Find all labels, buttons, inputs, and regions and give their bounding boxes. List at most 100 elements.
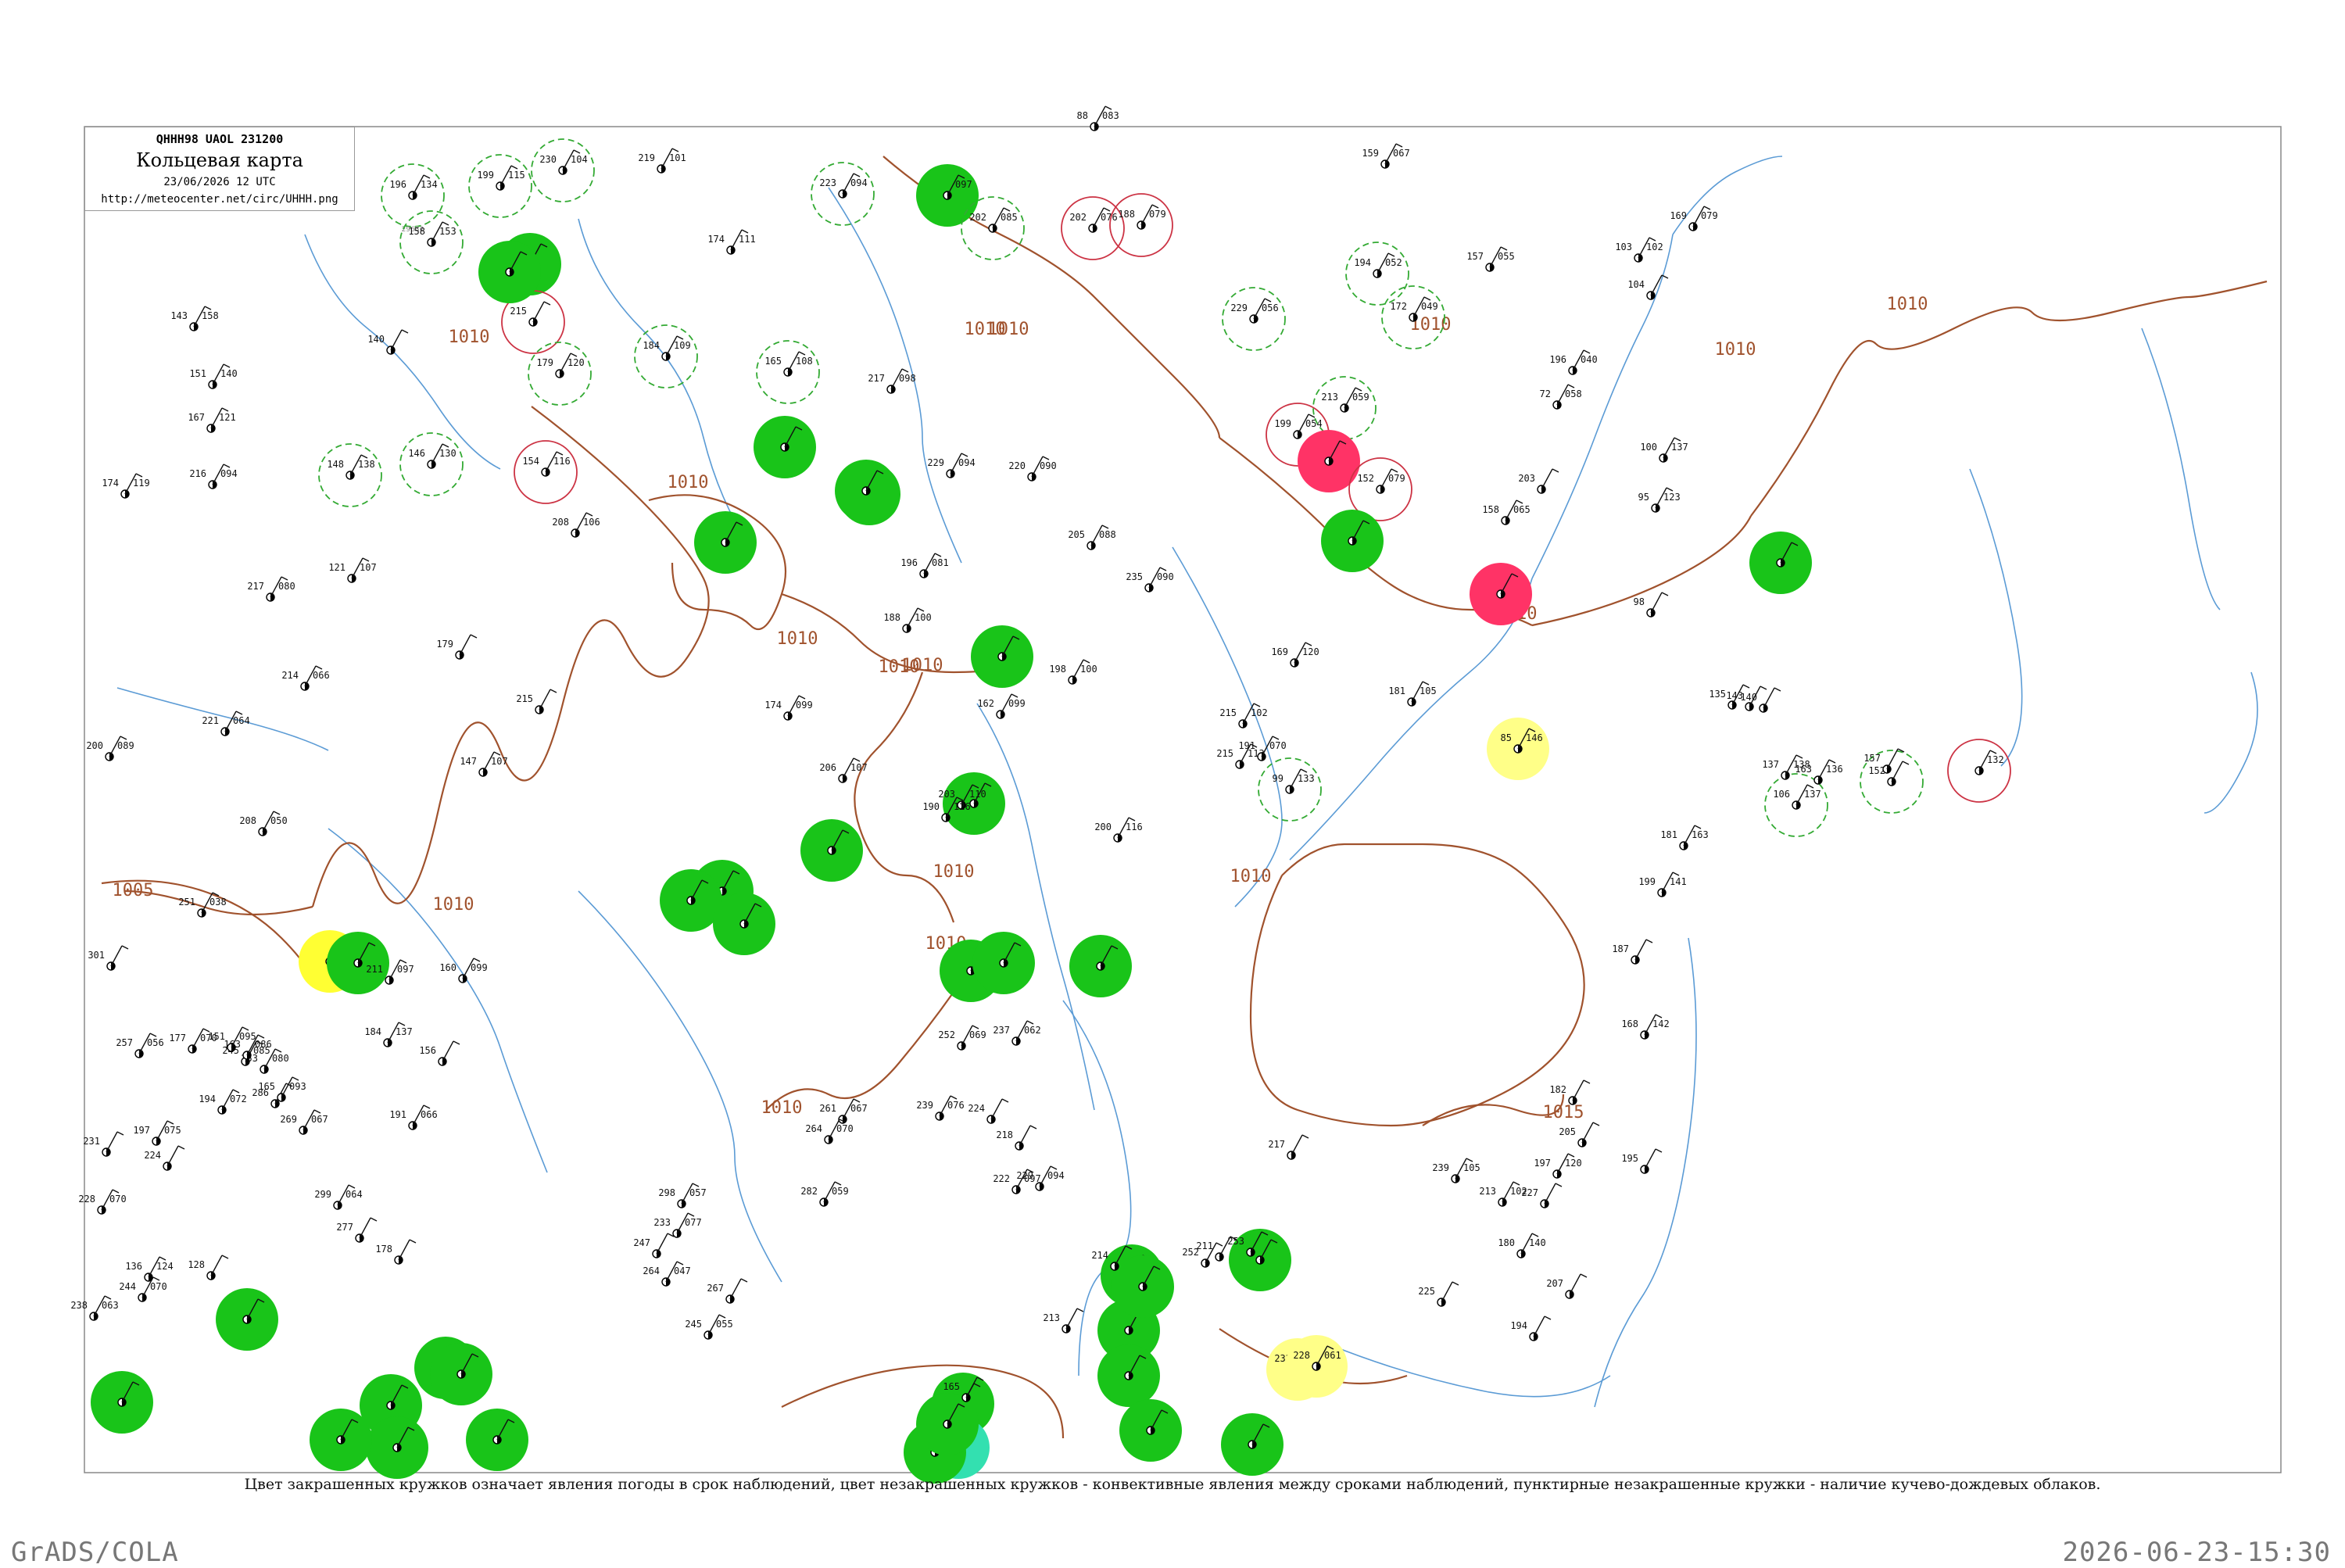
station: 188 100 bbox=[883, 607, 932, 633]
station bbox=[1069, 935, 1132, 997]
station-temperature: 224 bbox=[144, 1150, 161, 1161]
wind-barb bbox=[1533, 1316, 1545, 1337]
isobar-label: 1005 bbox=[113, 881, 154, 900]
wind-barb-feather bbox=[1555, 1183, 1563, 1187]
station-pressure: 097 bbox=[955, 179, 972, 190]
wind-barb-feather bbox=[1567, 384, 1575, 388]
station-temperature: 156 bbox=[419, 1045, 436, 1056]
station-temperature: 128 bbox=[188, 1259, 205, 1270]
wind-barb-feather bbox=[442, 443, 449, 448]
wind-barb-feather bbox=[221, 1255, 229, 1259]
station: 180 140 bbox=[1498, 1233, 1546, 1258]
station-temperature: 197 bbox=[1534, 1158, 1551, 1169]
station: 220 090 bbox=[1008, 456, 1057, 481]
wind-barb-feather bbox=[1516, 499, 1523, 504]
station-temperature: 230 bbox=[539, 154, 557, 165]
wind-barb-feather bbox=[232, 1089, 240, 1094]
station bbox=[972, 932, 1035, 994]
station-pressure: 057 bbox=[689, 1187, 707, 1198]
isobar-line bbox=[311, 406, 710, 908]
station-pressure: 079 bbox=[1701, 210, 1718, 221]
station: 197 120 bbox=[1534, 1153, 1582, 1179]
river bbox=[578, 218, 751, 548]
station-pressure: 077 bbox=[685, 1217, 702, 1228]
station: 196 040 bbox=[1549, 349, 1598, 375]
station-temperature: 220 bbox=[1008, 460, 1026, 471]
station-temperature: 261 bbox=[819, 1103, 836, 1114]
wind-barb-feather bbox=[1300, 768, 1308, 773]
wind-barb-feather bbox=[409, 1239, 417, 1244]
station-temperature: 251 bbox=[178, 897, 195, 908]
wind-barb-feather bbox=[853, 757, 861, 762]
wind-barb-feather bbox=[1423, 296, 1431, 301]
station-pressure: 064 bbox=[233, 715, 250, 726]
station-pressure: 059 bbox=[832, 1186, 849, 1197]
station-temperature: 148 bbox=[327, 459, 344, 470]
station: 143 158 bbox=[170, 306, 219, 331]
station-pressure: 124 bbox=[156, 1261, 174, 1272]
station: 245 055 bbox=[685, 1314, 733, 1340]
station-pressure: 079 bbox=[1388, 473, 1405, 484]
wind-barb-feather bbox=[1355, 387, 1362, 392]
station-temperature: 182 bbox=[1549, 1084, 1566, 1095]
station: 229 094 bbox=[927, 453, 976, 478]
station-temperature: 190 bbox=[922, 801, 940, 812]
station-temperature: 158 bbox=[408, 226, 425, 237]
station: 179 120 bbox=[528, 342, 592, 406]
wind-barb-feather bbox=[1387, 252, 1395, 257]
station-temperature: 217 bbox=[247, 581, 264, 592]
wind-barb bbox=[459, 634, 471, 656]
station-pressure: 059 bbox=[1352, 392, 1369, 403]
station bbox=[91, 1371, 153, 1434]
station-temperature: 162 bbox=[977, 698, 994, 709]
station: 199 141 bbox=[1638, 872, 1687, 897]
station-pressure: 140 bbox=[220, 368, 238, 379]
station-temperature: 299 bbox=[314, 1189, 331, 1200]
station-temperature: 135 bbox=[1709, 689, 1726, 700]
station: 205 088 bbox=[1068, 524, 1116, 550]
river bbox=[1969, 468, 2023, 767]
station-pressure: 094 bbox=[850, 177, 868, 188]
wind-barb bbox=[1763, 687, 1775, 709]
station-temperature: 277 bbox=[336, 1222, 353, 1233]
station-temperature: 165 bbox=[258, 1081, 275, 1092]
wind-barb-feather bbox=[1128, 817, 1136, 822]
station bbox=[466, 1409, 528, 1471]
wind-barb bbox=[539, 689, 551, 711]
wind-barb-feather bbox=[360, 454, 368, 459]
station-pressure: 047 bbox=[674, 1265, 691, 1276]
station: 194 bbox=[1510, 1316, 1552, 1341]
station: 181 105 bbox=[1388, 681, 1437, 707]
station-temperature: 103 bbox=[1615, 242, 1632, 252]
station-pressure: 132 bbox=[1987, 754, 2004, 765]
wind-barb bbox=[990, 1098, 1003, 1120]
station: 168 142 bbox=[1621, 1014, 1670, 1040]
station-pressure: 058 bbox=[1565, 388, 1582, 399]
station-temperature: 181 bbox=[1388, 686, 1405, 696]
station bbox=[310, 1409, 372, 1471]
station bbox=[800, 819, 863, 882]
station-pressure: 105 bbox=[1420, 686, 1437, 696]
station: 238 063 bbox=[70, 1295, 119, 1321]
station: 202 085 bbox=[961, 196, 1025, 260]
station: 215 102 bbox=[1219, 703, 1268, 729]
station-temperature: 169 bbox=[1271, 646, 1288, 657]
station-temperature: 222 bbox=[993, 1173, 1010, 1184]
station-temperature: 195 bbox=[1621, 1153, 1638, 1164]
station: 208 050 bbox=[239, 811, 288, 836]
wind-barb-feather bbox=[1674, 437, 1681, 442]
wind-barb-feather bbox=[570, 353, 578, 357]
station-pressure: 055 bbox=[716, 1319, 733, 1330]
wind-barb bbox=[166, 1145, 179, 1167]
station: 160 099 bbox=[439, 958, 488, 983]
station: 217 098 bbox=[868, 368, 916, 394]
station-pressure: 097 bbox=[397, 964, 414, 975]
station-temperature: 215 bbox=[510, 306, 527, 317]
wind-barb bbox=[1886, 748, 1899, 770]
station: 203 bbox=[1518, 468, 1559, 494]
station-pressure: 101 bbox=[669, 152, 686, 163]
station: 213 102 bbox=[1479, 1181, 1527, 1207]
station bbox=[835, 460, 897, 522]
station-pressure: 136 bbox=[1826, 764, 1843, 775]
station-temperature: 214 bbox=[281, 670, 299, 681]
